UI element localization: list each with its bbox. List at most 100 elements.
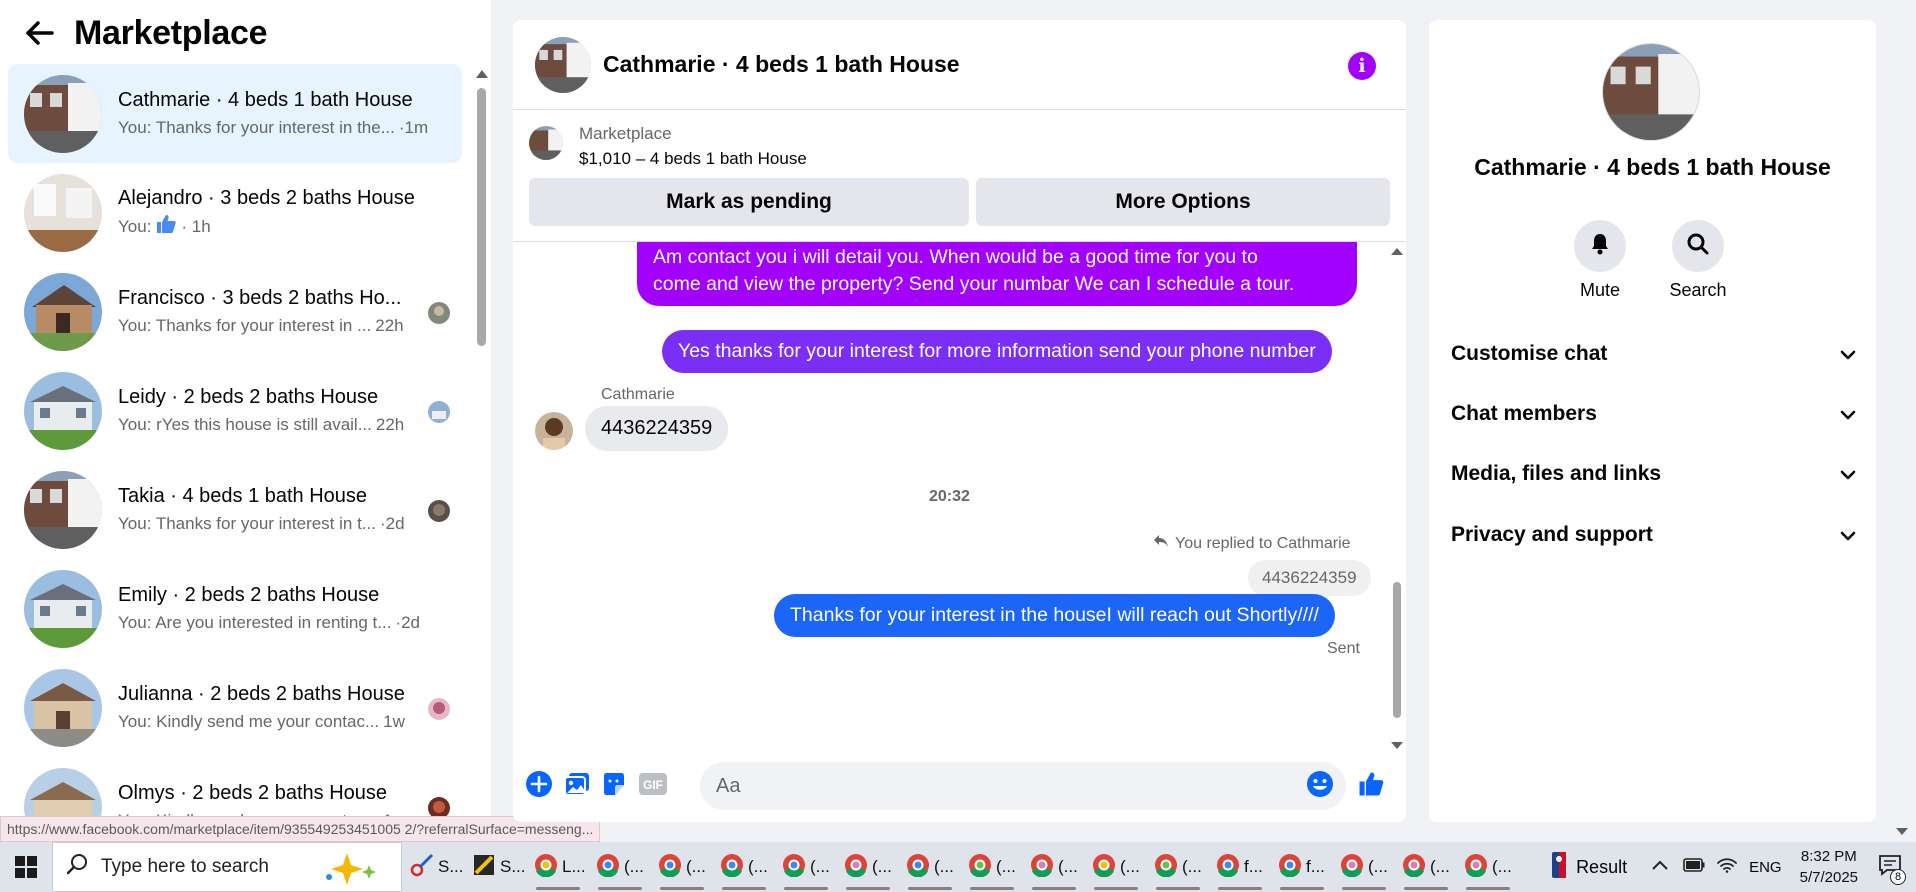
search-in-conversation-button[interactable]: Search [1658,220,1738,301]
taskbar-app-chrome[interactable]: (... [960,842,1022,892]
news-widget-label: Result [1576,856,1628,877]
scrollbar-thumb[interactable] [477,88,486,346]
chat-members-section[interactable]: Chat members [1451,390,1856,438]
conversation-item-alejandro[interactable]: Alejandro · 3 beds 2 baths House You: · … [8,163,462,262]
taskbar-search[interactable]: Type here to search [52,842,402,892]
sticker-icon[interactable] [600,770,628,798]
language-indicator[interactable]: ENG [1749,859,1782,876]
taskbar-app-chrome[interactable]: (... [1456,842,1518,892]
chrome-icon [1092,853,1116,882]
chevron-down-icon [1840,342,1856,366]
taskbar-app-chrome[interactable]: L... [526,842,588,892]
taskbar-app-chrome[interactable]: (... [650,842,712,892]
scroll-down-arrow-icon[interactable] [1391,742,1403,749]
reply-quote[interactable]: 4436224359 [1248,560,1371,596]
windows-taskbar: Type here to search S... S... L... (... … [0,842,1916,892]
taskbar-app-label: S... [438,857,464,876]
read-receipt-avatar [428,698,450,720]
emoji-icon[interactable] [1306,770,1334,798]
taskbar-app-chrome[interactable]: f... [1270,842,1332,892]
privacy-support-section[interactable]: Privacy and support [1451,511,1856,559]
taskbar-clock[interactable]: 8:32 PM 5/7/2025 [1800,846,1858,888]
chat-scrollbar[interactable] [1390,242,1404,754]
taskbar-app-notes[interactable]: S... [464,842,526,892]
listing-thumbnail[interactable] [529,126,563,160]
battery-icon[interactable] [1683,857,1705,877]
taskbar-app-chrome[interactable]: (... [1146,842,1208,892]
conversation-preview: You: Thanks for your interest in the... [118,118,395,137]
taskbar-app-chrome[interactable]: (... [836,842,898,892]
chevron-up-icon[interactable] [1651,858,1669,876]
taskbar-app-chrome[interactable]: (... [1022,842,1084,892]
wifi-icon[interactable] [1717,857,1737,878]
message-composer: GIF [513,754,1406,822]
read-receipt-avatar [428,500,450,522]
taskbar-app-chrome[interactable]: f... [1208,842,1270,892]
taskbar-app-chrome[interactable]: (... [1332,842,1394,892]
info-title: Cathmarie · 4 beds 1 bath House [1474,154,1831,180]
media-files-links-section[interactable]: Media, files and links [1451,450,1856,498]
thumbs-up-icon[interactable] [1357,770,1385,798]
taskbar-app-chrome[interactable]: (... [774,842,836,892]
mute-button[interactable]: Mute [1560,220,1640,301]
mark-as-pending-button[interactable]: Mark as pending [529,178,969,226]
scroll-up-arrow-icon[interactable] [476,70,488,78]
chat-panel: Cathmarie · 4 beds 1 bath House i Market… [513,20,1406,822]
page-scroll-down-arrow-icon[interactable] [1896,828,1908,835]
taskbar-app-label: (... [686,857,706,876]
notification-center[interactable]: 8 [1878,854,1906,885]
outgoing-message[interactable]: Am contact you i will detail you. When w… [637,242,1357,306]
listing-thumbnail [24,371,102,450]
sidebar-header: Marketplace [0,0,491,66]
chrome-icon [1464,853,1488,882]
conversation-preview: You: Thanks for your interest in t... [118,514,376,533]
taskbar-app-label: (... [872,857,892,876]
more-options-button[interactable]: More Options [976,178,1390,226]
chat-avatar[interactable] [535,36,591,93]
add-more-icon[interactable] [525,770,553,798]
message-sender-name: Cathmarie [601,386,675,403]
chevron-down-icon [1840,523,1856,547]
conversation-item-takia[interactable]: Takia · 4 beds 1 bath House You: Thanks … [8,460,462,559]
outgoing-message[interactable]: Thanks for your interest in the houseI w… [774,594,1335,637]
taskbar-app-snip[interactable]: S... [402,842,464,892]
section-label: Customise chat [1451,342,1608,365]
taskbar-app-chrome[interactable]: (... [1394,842,1456,892]
taskbar-app-chrome[interactable]: (... [1084,842,1146,892]
windows-start-icon[interactable] [0,842,52,892]
scroll-up-arrow-icon[interactable] [1391,248,1403,255]
chat-header: Cathmarie · 4 beds 1 bath House i [513,20,1406,110]
taskbar-app-chrome[interactable]: (... [588,842,650,892]
conversation-item-julianna[interactable]: Julianna · 2 beds 2 baths House You: Kin… [8,658,462,757]
svg-text:GIF: GIF [643,778,663,792]
outgoing-message[interactable]: Yes thanks for your interest for more in… [662,330,1332,373]
chat-title[interactable]: Cathmarie · 4 beds 1 bath House [603,51,960,78]
customise-chat-section[interactable]: Customise chat [1451,330,1856,378]
sidebar-scrollbar[interactable] [474,66,488,846]
incoming-message[interactable]: 4436224359 [585,406,729,451]
section-label: Media, files and links [1451,462,1662,485]
conversation-item-francisco[interactable]: Francisco · 3 beds 2 baths Ho... You: Th… [8,262,462,361]
info-icon[interactable]: i [1348,52,1376,80]
photo-icon[interactable] [563,770,591,798]
conversation-preview: You: Thanks for your interest in ... [118,316,372,335]
marketplace-sidebar: Marketplace Cathmarie · 4 beds 1 bath Ho… [0,0,491,842]
back-arrow-icon[interactable] [24,17,56,49]
conversation-item-cathmarie[interactable]: Cathmarie · 4 beds 1 bath House You: Tha… [8,64,462,163]
news-widget[interactable]: Result [1552,851,1628,883]
taskbar-app-label: (... [1430,857,1450,876]
taskbar-app-label: (... [1120,857,1140,876]
taskbar-app-chrome[interactable]: (... [712,842,774,892]
sender-avatar[interactable] [535,412,573,450]
message-thread: Am contact you i will detail you. When w… [513,242,1393,754]
chrome-icon [1030,853,1054,882]
section-label: Chat members [1451,402,1597,425]
message-input[interactable] [700,762,1346,810]
scrollbar-thumb[interactable] [1393,582,1401,718]
gif-icon[interactable]: GIF [638,770,668,798]
info-avatar[interactable] [1602,43,1700,141]
taskbar-app-chrome[interactable]: (... [898,842,960,892]
conversation-item-leidy[interactable]: Leidy · 2 beds 2 baths House You: rYes t… [8,361,462,460]
conversation-item-emily[interactable]: Emily · 2 beds 2 baths House You: Are yo… [8,559,462,658]
listing-price[interactable]: $1,010 – 4 beds 1 bath House [579,149,807,169]
